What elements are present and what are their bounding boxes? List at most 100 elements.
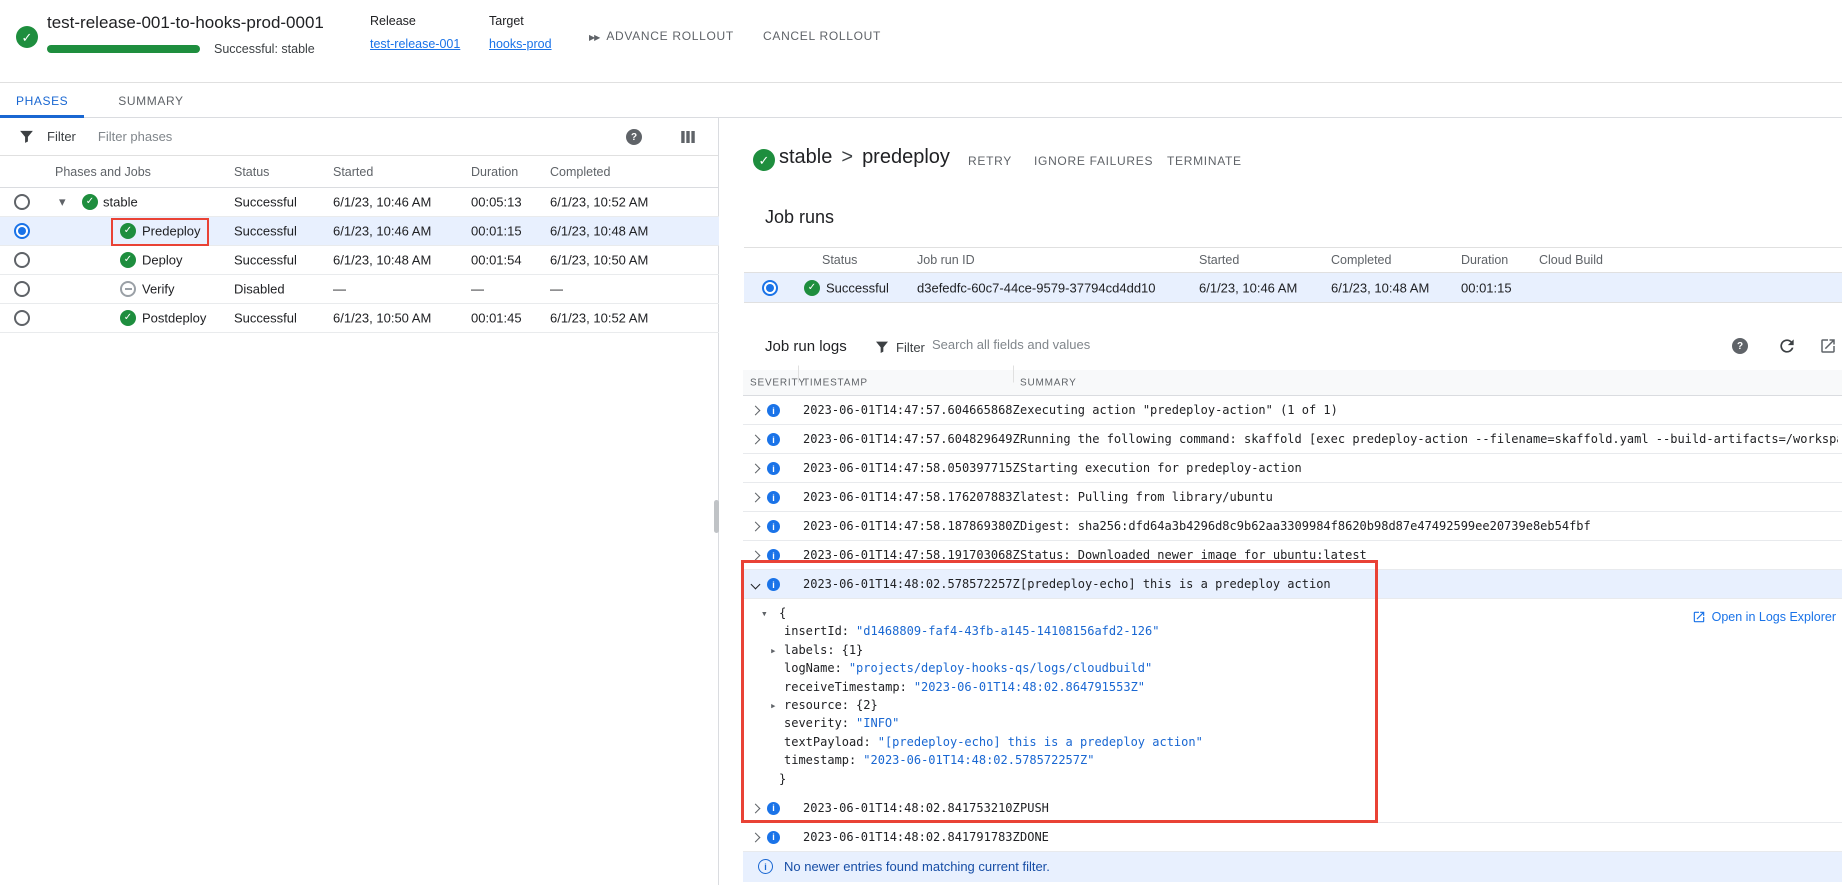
log-entry-row[interactable]: 2023-06-01T14:47:58.187869380Z Digest: s…: [743, 512, 1842, 541]
job-run-completed: 6/1/23, 10:48 AM: [1331, 280, 1429, 295]
disabled-icon: [120, 281, 136, 297]
logs-search-input[interactable]: [932, 337, 1362, 352]
collapse-arrow-icon[interactable]: [761, 606, 768, 620]
expand-chevron-icon[interactable]: [751, 406, 761, 416]
expand-chevron-icon[interactable]: [751, 551, 761, 561]
phases-filter-input[interactable]: [98, 129, 428, 144]
log-entry-row[interactable]: 2023-06-01T14:48:02.841753210Z PUSH: [743, 794, 1842, 823]
phase-row-stable[interactable]: stable Successful 6/1/23, 10:46 AM 00:05…: [0, 188, 719, 217]
json-value: {1}: [842, 643, 864, 657]
log-entry-row[interactable]: 2023-06-01T14:47:57.604665868Z executing…: [743, 396, 1842, 425]
job-run-row[interactable]: Successful d3efedfc-60c7-44ce-9579-37794…: [744, 273, 1842, 303]
job-row-postdeploy[interactable]: Postdeploy Successful 6/1/23, 10:50 AM 0…: [0, 304, 719, 333]
log-entry-row[interactable]: 2023-06-01T14:48:02.841791783Z DONE: [743, 823, 1842, 852]
expand-arrow-icon[interactable]: [770, 643, 777, 657]
radio-deploy[interactable]: [14, 252, 30, 268]
open-in-logs-explorer-label: Open in Logs Explorer: [1712, 610, 1836, 624]
retry-button[interactable]: RETRY: [968, 154, 1012, 168]
log-timestamp: 2023-06-01T14:47:58.191703068Z: [803, 548, 1020, 562]
log-summary: executing action "predeploy-action" (1 o…: [1020, 403, 1838, 417]
job-run-status: Successful: [826, 280, 889, 295]
help-icon[interactable]: [1732, 338, 1748, 354]
job-status: Successful: [234, 224, 297, 239]
log-entry-row[interactable]: 2023-06-01T14:47:58.050397715Z Starting …: [743, 454, 1842, 483]
collapse-arrow-icon[interactable]: [59, 194, 66, 210]
json-key: resource: [784, 698, 849, 712]
breadcrumb: stable>predeploy: [779, 146, 950, 169]
column-started: Started: [333, 165, 373, 179]
expand-chevron-icon[interactable]: [751, 464, 761, 474]
info-severity-icon: [767, 549, 780, 562]
breadcrumb-separator: >: [841, 146, 853, 168]
target-link[interactable]: hooks-prod: [489, 37, 552, 51]
open-in-logs-explorer-link[interactable]: Open in Logs Explorer: [1692, 610, 1836, 624]
no-newer-entries-banner: No newer entries found matching current …: [743, 852, 1842, 882]
open-in-new-icon[interactable]: [1819, 337, 1837, 355]
info-severity-icon: [767, 802, 780, 815]
column-timestamp: TIMESTAMP: [803, 377, 868, 388]
json-value: "projects/deploy-hooks-qs/logs/cloudbuil…: [849, 661, 1152, 675]
json-value: "2023-06-01T14:48:02.864791553Z": [914, 680, 1145, 694]
banner-message: No newer entries found matching current …: [784, 859, 1050, 874]
radio-job-run-selected[interactable]: [762, 280, 778, 296]
job-detail-panel: stable>predeploy RETRY IGNORE FAILURES T…: [720, 118, 1842, 885]
expand-chevron-icon[interactable]: [751, 435, 761, 445]
column-cloud-build: Cloud Build: [1539, 253, 1603, 267]
json-line: }: [743, 772, 1842, 790]
json-key: severity: [784, 716, 849, 730]
filter-label: Filter: [47, 129, 76, 144]
expand-chevron-icon[interactable]: [751, 803, 761, 813]
radio-verify[interactable]: [14, 281, 30, 297]
radio-postdeploy[interactable]: [14, 310, 30, 326]
breadcrumb-phase: stable: [779, 146, 832, 168]
rollout-header: test-release-001-to-hooks-prod-0001 Succ…: [0, 0, 1842, 83]
log-summary: [predeploy-echo] this is a predeploy act…: [1020, 577, 1838, 591]
column-divider: [798, 366, 799, 383]
json-key: labels: [784, 643, 835, 657]
log-entry-row[interactable]: 2023-06-01T14:47:58.176207883Z latest: P…: [743, 483, 1842, 512]
scrollbar-thumb[interactable]: [714, 500, 719, 533]
job-row-deploy[interactable]: Deploy Successful 6/1/23, 10:48 AM 00:01…: [0, 246, 719, 275]
column-display-icon[interactable]: [679, 128, 697, 146]
log-summary: Starting execution for predeploy-action: [1020, 461, 1838, 475]
help-icon[interactable]: [626, 129, 642, 145]
refresh-icon[interactable]: [1777, 336, 1797, 356]
collapse-chevron-icon[interactable]: [751, 580, 761, 590]
release-link[interactable]: test-release-001: [370, 37, 460, 51]
json-line: labels {1}: [743, 643, 1842, 661]
job-completed: 6/1/23, 10:50 AM: [550, 253, 648, 268]
expand-chevron-icon[interactable]: [751, 522, 761, 532]
info-severity-icon: [767, 831, 780, 844]
phases-filter-bar: Filter: [0, 118, 718, 156]
job-status: Disabled: [234, 282, 285, 297]
log-entry-row-expanded[interactable]: 2023-06-01T14:48:02.578572257Z [predeplo…: [743, 570, 1842, 599]
column-status: Status: [822, 253, 857, 267]
expand-arrow-icon[interactable]: [770, 698, 777, 712]
expand-chevron-icon[interactable]: [751, 832, 761, 842]
advance-rollout-button[interactable]: ADVANCE ROLLOUT: [589, 29, 734, 43]
radio-stable[interactable]: [14, 194, 30, 210]
success-icon: [804, 280, 820, 296]
json-key: textPayload: [784, 735, 871, 749]
job-run-id: d3efedfc-60c7-44ce-9579-37794cd4dd10: [917, 280, 1156, 295]
job-started: 6/1/23, 10:50 AM: [333, 311, 431, 326]
terminate-button[interactable]: TERMINATE: [1167, 154, 1242, 168]
column-phases-and-jobs: Phases and Jobs: [55, 165, 151, 179]
column-duration: Duration: [1461, 253, 1508, 267]
release-label: Release: [370, 14, 460, 28]
info-severity-icon: [767, 520, 780, 533]
expand-chevron-icon[interactable]: [751, 493, 761, 503]
radio-predeploy-selected[interactable]: [14, 223, 30, 239]
json-line: insertId"d1468809-faf4-43fb-a145-1410815…: [743, 624, 1842, 642]
job-row-predeploy[interactable]: Predeploy Successful 6/1/23, 10:46 AM 00…: [0, 217, 719, 246]
log-timestamp: 2023-06-01T14:47:57.604829649Z: [803, 432, 1020, 446]
phase-completed: 6/1/23, 10:52 AM: [550, 195, 648, 210]
log-entry-row[interactable]: 2023-06-01T14:47:58.191703068Z Status: D…: [743, 541, 1842, 570]
log-entry-row[interactable]: 2023-06-01T14:47:57.604829649Z Running t…: [743, 425, 1842, 454]
tab-phases[interactable]: PHASES: [0, 83, 84, 118]
ignore-failures-button[interactable]: IGNORE FAILURES: [1034, 154, 1153, 168]
tab-summary[interactable]: SUMMARY: [102, 83, 199, 118]
job-row-verify[interactable]: Verify Disabled — — —: [0, 275, 719, 304]
cancel-rollout-button[interactable]: CANCEL ROLLOUT: [763, 29, 881, 43]
success-icon: [120, 223, 136, 239]
